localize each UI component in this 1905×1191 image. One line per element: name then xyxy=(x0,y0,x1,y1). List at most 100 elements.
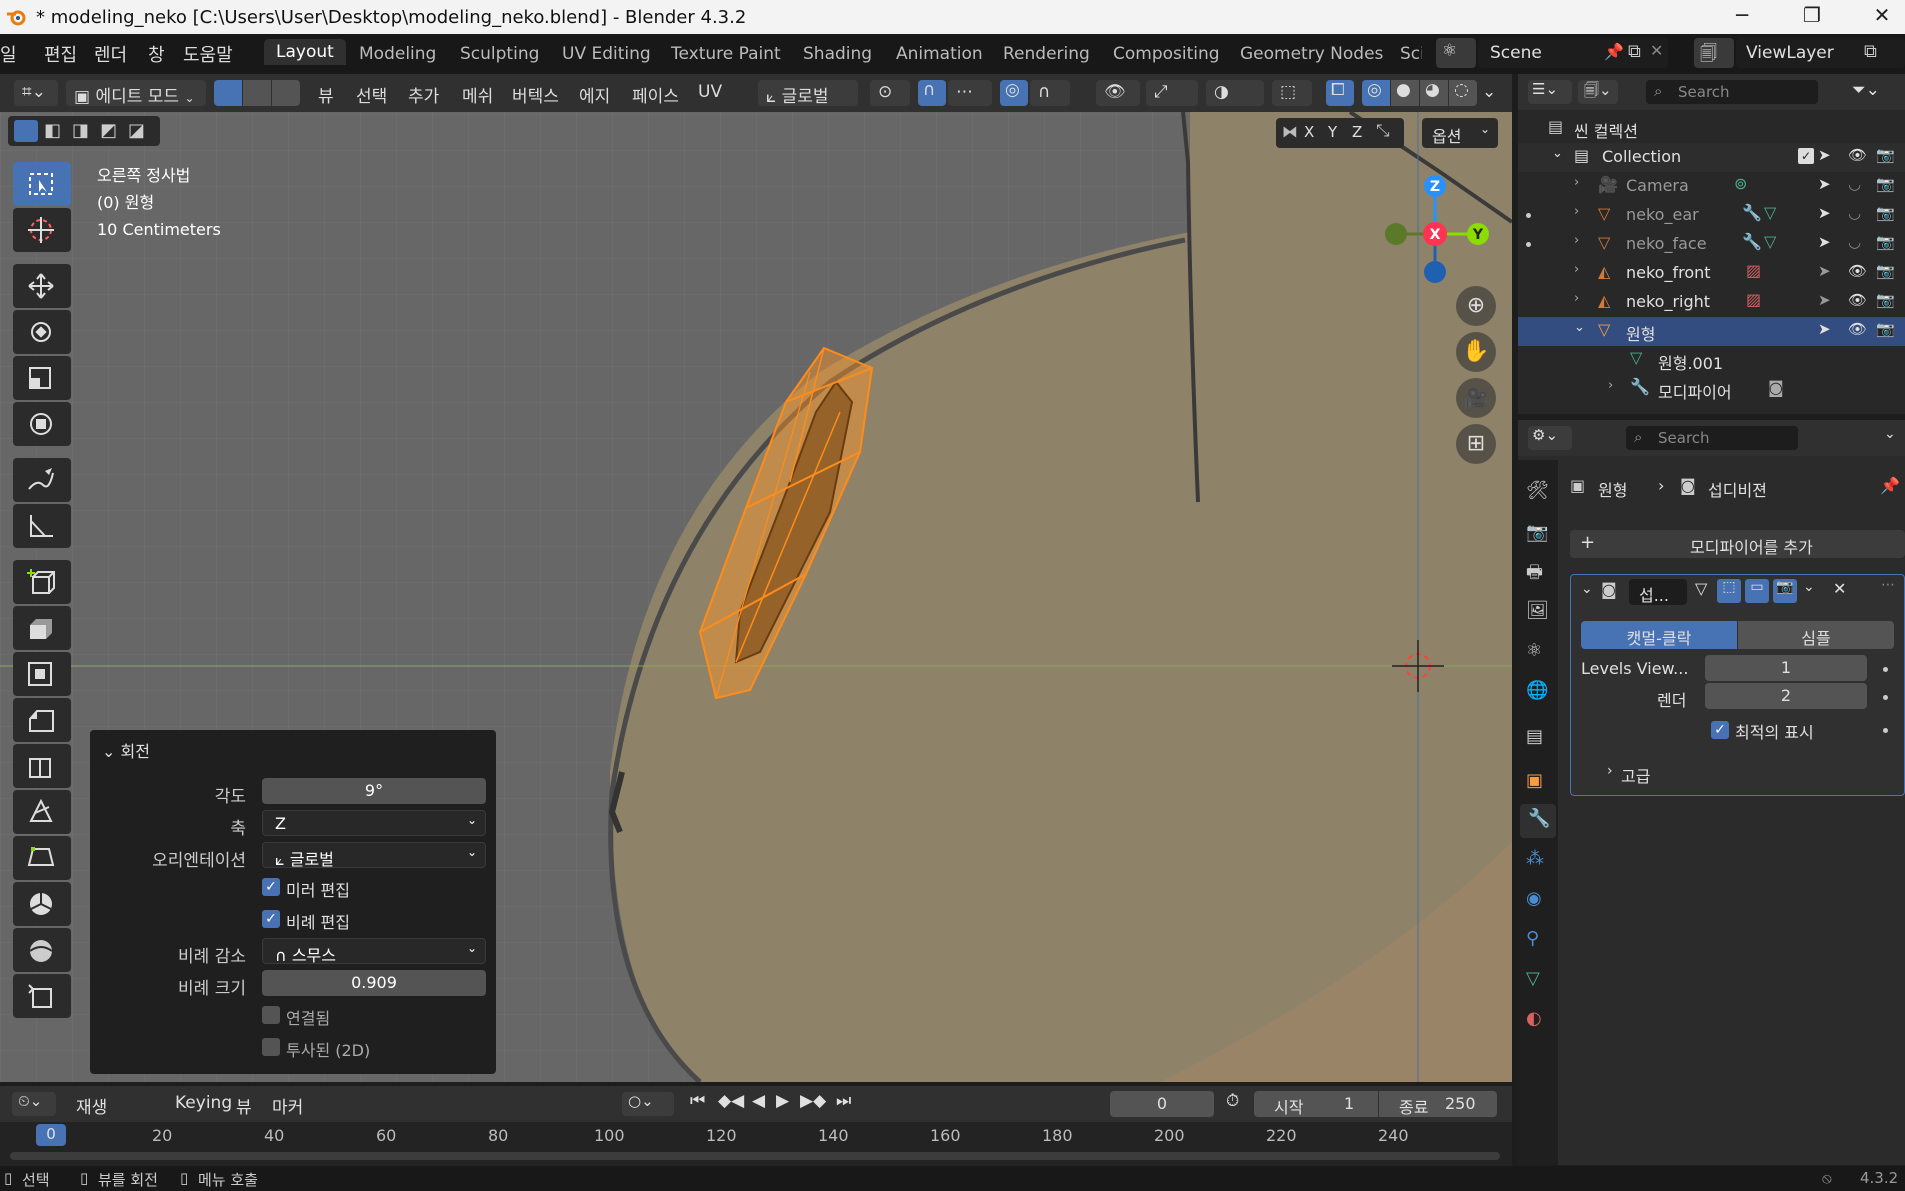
axis-select[interactable]: Z ⌄ xyxy=(262,810,486,836)
tab-layout[interactable]: Layout xyxy=(264,39,346,65)
close-button[interactable]: ✕ xyxy=(1862,3,1902,31)
chevron-down-icon[interactable]: ⌄ xyxy=(1574,320,1585,335)
tab-uv-editing[interactable]: UV Editing xyxy=(562,44,651,64)
timeline-view-menu[interactable]: 뷰 xyxy=(236,1093,252,1118)
wireframe-shading-button[interactable]: ◎ xyxy=(1362,80,1390,106)
mirror-y-button[interactable]: Y xyxy=(1328,123,1337,141)
projected-checkbox[interactable] xyxy=(262,1038,280,1056)
render-camera-icon[interactable]: 📷 xyxy=(1876,204,1895,222)
menu-uv[interactable]: UV xyxy=(698,82,722,108)
chevron-down-icon[interactable]: ⌄ xyxy=(1581,581,1593,597)
play-reverse-icon[interactable]: ◀ xyxy=(752,1091,765,1111)
render-levels-field[interactable]: 2 xyxy=(1705,683,1867,709)
select-arrow-icon[interactable]: ➤ xyxy=(1818,320,1831,338)
select-arrow-icon[interactable]: ➤ xyxy=(1818,146,1831,164)
poly-build-tool[interactable] xyxy=(13,836,71,880)
playhead[interactable]: 0 xyxy=(36,1124,66,1146)
mesh-overlay-button[interactable]: ⬚ xyxy=(1272,80,1312,106)
auto-keying-icon[interactable]: ○⌄ xyxy=(622,1092,674,1116)
select-box-tool[interactable] xyxy=(13,162,71,206)
scene-name-field[interactable]: Scene 📌 ⧉ ✕ xyxy=(1478,38,1668,68)
pin-icon[interactable]: 📌 xyxy=(1604,42,1624,61)
select-arrow-icon[interactable]: ➤ xyxy=(1818,204,1831,222)
playback-menu[interactable]: 재생 xyxy=(76,1093,107,1118)
select-arrow-icon[interactable]: ➤ xyxy=(1818,262,1831,280)
proportional-edit-toggle[interactable]: ◎ xyxy=(1000,80,1028,106)
optimal-display-checkbox[interactable]: ✓ xyxy=(1711,721,1729,739)
stopwatch-icon[interactable]: ⏱ xyxy=(1226,1091,1239,1111)
advanced-panel-label[interactable]: 고급 xyxy=(1621,763,1650,787)
chevron-down-icon[interactable]: ⌄ xyxy=(1552,146,1563,161)
connected-checkbox[interactable] xyxy=(262,1006,280,1024)
knife-tool[interactable] xyxy=(13,790,71,834)
mode-selector[interactable]: ▣ 에디트 모드 ⌄ xyxy=(66,80,206,107)
chevron-down-icon[interactable]: ⌄ xyxy=(1803,579,1815,595)
auto-merge-icon[interactable]: ⤡ xyxy=(1376,121,1390,141)
measure-tool[interactable] xyxy=(13,504,71,548)
gizmo-button[interactable]: ⤢ xyxy=(1146,80,1198,106)
select-arrow-icon[interactable]: ➤ xyxy=(1818,175,1831,193)
end-frame-field[interactable]: 종료 250 xyxy=(1379,1091,1497,1117)
properties-search-input[interactable]: ⌕ Search xyxy=(1626,426,1798,450)
minimize-button[interactable]: ─ xyxy=(1722,3,1762,31)
tab-compositing[interactable]: Compositing xyxy=(1113,44,1220,64)
object-tab-icon[interactable]: ▣ xyxy=(1526,770,1550,794)
marker-menu[interactable]: 마커 xyxy=(272,1093,303,1118)
tab-sculpting[interactable]: Sculpting xyxy=(460,44,539,64)
orientation-select[interactable]: ⟀ 글로벌 ⌄ xyxy=(262,842,486,869)
outliner-search-input[interactable]: ⌕ Search xyxy=(1646,80,1818,104)
transform-orientation-selector[interactable]: ⟀ 글로벌 xyxy=(758,80,858,107)
inset-tool[interactable] xyxy=(13,652,71,696)
zoom-icon[interactable]: ⊕ xyxy=(1456,286,1496,326)
select-arrow-icon[interactable]: ➤ xyxy=(1818,233,1831,251)
constraints-tab-icon[interactable]: ⚲ xyxy=(1526,928,1550,952)
render-tab-icon[interactable]: 📷 xyxy=(1526,522,1550,546)
render-toggle-icon[interactable]: 📷 xyxy=(1773,579,1797,603)
tab-shading[interactable]: Shading xyxy=(803,44,872,64)
next-keyframe-icon[interactable]: ▶◆ xyxy=(800,1091,826,1111)
eye-icon[interactable]: 👁 xyxy=(1848,320,1867,338)
collection-exclude-checkbox[interactable]: ✓ xyxy=(1798,148,1814,164)
rotate-tool[interactable] xyxy=(13,310,71,354)
options-dropdown[interactable]: 옵션 ⌄ xyxy=(1422,118,1498,148)
tab-geometry-nodes[interactable]: Geometry Nodes xyxy=(1240,44,1383,64)
current-frame-field[interactable]: 0 xyxy=(1110,1091,1214,1117)
material-shading-button[interactable]: ◕ xyxy=(1420,80,1448,106)
particles-tab-icon[interactable]: ⁂ xyxy=(1526,848,1550,872)
edit-mode-toggle-icon[interactable]: ▽ xyxy=(1695,579,1707,598)
scene-selector-button[interactable]: ⚛ xyxy=(1436,38,1476,68)
tab-rendering[interactable]: Rendering xyxy=(1003,44,1090,64)
mirror-edit-checkbox[interactable]: ✓ xyxy=(262,878,280,896)
chevron-right-icon[interactable]: › xyxy=(1574,175,1579,190)
timeline-scrollbar[interactable] xyxy=(10,1152,1500,1160)
physics-tab-icon[interactable]: ◉ xyxy=(1526,888,1550,912)
eye-closed-icon[interactable]: ◡ xyxy=(1848,175,1861,193)
outliner-row-neko-face[interactable]: › ▽ neko_face 🔧 ▽ xyxy=(1518,230,1905,259)
outliner-row-circle[interactable]: ⌄ ▽ 원형 xyxy=(1518,317,1905,346)
menu-face[interactable]: 페이스 xyxy=(632,82,679,108)
menu-edit[interactable]: 편집 xyxy=(44,41,77,67)
remove-modifier-icon[interactable]: ✕ xyxy=(1833,579,1846,598)
face-select-button[interactable] xyxy=(272,80,300,106)
editor-type-button[interactable]: ⌗⌄ xyxy=(14,80,58,106)
outliner-row-neko-front[interactable]: › ◭ neko_front ▨ xyxy=(1518,259,1905,288)
outliner-row-collection[interactable]: ⌄ ▤ Collection ✓ xyxy=(1518,143,1905,172)
pan-hand-icon[interactable]: ✋ xyxy=(1456,332,1496,372)
keyframe-dot-icon[interactable] xyxy=(1883,728,1888,733)
display-mode-icon[interactable]: 🗐⌄ xyxy=(1578,80,1618,104)
render-camera-icon[interactable]: 📷 xyxy=(1876,233,1895,251)
transform-tool[interactable] xyxy=(13,402,71,446)
xray-toggle[interactable]: ⧠ xyxy=(1326,80,1354,106)
chevron-right-icon[interactable]: › xyxy=(1608,378,1613,393)
catmull-clark-button[interactable]: 캣멀-클락 xyxy=(1581,621,1737,649)
select-invert-icon[interactable]: ◩ xyxy=(100,120,117,141)
chevron-right-icon[interactable]: › xyxy=(1574,262,1579,277)
eye-icon[interactable]: 👁 xyxy=(1848,146,1867,164)
view-layer-field[interactable]: ViewLayer ⧉ xyxy=(1736,38,1905,68)
filter-icon[interactable]: ⏷⌄ xyxy=(1852,80,1880,100)
select-extend-icon[interactable]: ◧ xyxy=(44,120,61,141)
levels-viewport-field[interactable]: 1 xyxy=(1705,655,1867,681)
mirror-x-button[interactable]: X xyxy=(1304,123,1314,141)
add-cube-tool[interactable] xyxy=(13,560,71,604)
menu-window[interactable]: 창 xyxy=(148,41,165,67)
